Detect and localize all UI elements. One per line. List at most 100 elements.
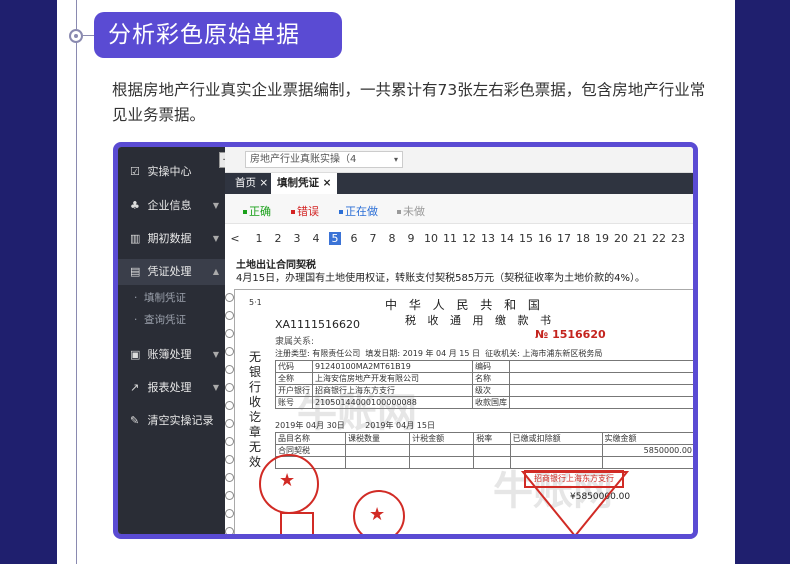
legend-not-done: 未做: [397, 203, 425, 219]
page-number[interactable]: 15: [519, 232, 533, 245]
seal-star-icon: ★: [279, 470, 296, 491]
section-description: 根据房地产行业真实企业票据编制，一共累计有73张左右彩色票据，包含房地产行业常见…: [112, 81, 706, 124]
receipt-title: 中 华 人 民 共 和 国: [385, 298, 544, 312]
affiliation: 隶属关系:: [275, 337, 315, 347]
main-area: 房地产行业真账实操（4 ▾ 首页 × 填制凭证 × 正确 错误 正在做 未做 <…: [225, 147, 693, 534]
people-icon: ♣: [130, 199, 140, 212]
legend-error: 错误: [291, 203, 319, 219]
page-number[interactable]: 3: [291, 232, 303, 245]
seal-star-icon: ★: [369, 504, 386, 525]
document-icon: ▤: [130, 265, 141, 278]
sidebar-item-voucher-processing[interactable]: ▤ 凭证处理 ▲: [118, 259, 225, 285]
topbar: 房地产行业真账实操（4 ▾: [225, 147, 693, 173]
receipt-code: XA1111516620: [275, 318, 361, 331]
page-number[interactable]: 21: [633, 232, 647, 245]
page-number[interactable]: 6: [348, 232, 360, 245]
app-screenshot: ☑ 实操中心 ♣ 企业信息 ▼ ▥ 期初数据 ▼ ▤ 凭证处理 ▲ · 填制凭证…: [113, 142, 698, 539]
tractor-hole: [225, 347, 234, 356]
sidebar-subitem-fill-voucher[interactable]: · 填制凭证: [118, 287, 225, 309]
page-number[interactable]: 17: [557, 232, 571, 245]
page-number[interactable]: 2: [272, 232, 284, 245]
page-mark: 5·1: [249, 298, 262, 307]
tractor-hole: [225, 509, 234, 518]
sidebar-item-label: 实操中心: [147, 165, 192, 178]
registration-type: 注册类型: 有限责任公司 填发日期: 2019 年 04 月 15 日 征收机关…: [275, 349, 603, 358]
checkbox-icon: ☑: [130, 165, 140, 178]
status-legend: 正确 错误 正在做 未做: [225, 194, 693, 224]
page-number[interactable]: 7: [367, 232, 379, 245]
bar-chart-icon: ▥: [130, 232, 141, 245]
page-number[interactable]: 22: [652, 232, 666, 245]
sidebar-item-label: 报表处理: [147, 381, 192, 394]
brush-icon: ✎: [130, 414, 140, 427]
task-title: 土地出让合同契税: [236, 260, 316, 271]
sidebar-item-reports[interactable]: ↗ 报表处理 ▼: [118, 375, 225, 401]
page-number[interactable]: 10: [424, 232, 438, 245]
sidebar-item-opening-data[interactable]: ▥ 期初数据 ▼: [118, 226, 225, 252]
ledger-icon: ▣: [130, 348, 141, 361]
close-icon[interactable]: ×: [323, 177, 332, 189]
prev-page-icon[interactable]: <: [228, 232, 242, 245]
caret-down-icon: ▾: [393, 155, 398, 164]
tab-bar: 首页 × 填制凭证 ×: [225, 173, 693, 194]
sidebar: ☑ 实操中心 ♣ 企业信息 ▼ ▥ 期初数据 ▼ ▤ 凭证处理 ▲ · 填制凭证…: [118, 147, 225, 534]
sidebar-item-company-info[interactable]: ♣ 企业信息 ▼: [118, 193, 225, 219]
close-icon[interactable]: ×: [259, 177, 268, 189]
chevron-down-icon: ▼: [212, 383, 219, 392]
page-number[interactable]: 12: [462, 232, 476, 245]
chevron-down-icon: ▼: [212, 234, 219, 243]
chevron-down-icon: ▼: [212, 350, 219, 359]
timeline-dot: [69, 29, 83, 43]
sidebar-item-label: 账簿处理: [147, 348, 192, 361]
tax-payment-receipt: 牛账网 牛账网 5·1 中 华 人 民 共 和 国 税 收 通 用 缴 款 书 …: [234, 289, 693, 534]
section-title: 分析彩色原始单据: [94, 12, 342, 58]
tax-items-table: 品目名称 课税数量 计税金额 税率 已缴或扣除额 实缴金额 合同契税 5850000.00: [275, 432, 693, 469]
page-number[interactable]: 9: [405, 232, 417, 245]
tab-home[interactable]: 首页 ×: [229, 173, 274, 194]
sidebar-item-label: 期初数据: [147, 232, 192, 245]
page-number[interactable]: 20: [614, 232, 628, 245]
timeline-line: [76, 0, 77, 564]
company-select[interactable]: 房地产行业真账实操（4 ▾: [245, 151, 403, 168]
tractor-hole: [225, 437, 234, 446]
tractor-hole: [225, 311, 234, 320]
task-prompt: 土地出让合同契税 4月15日，办理国有土地使用权证，转账支付契税585万元（契税…: [236, 259, 685, 285]
sidebar-item-ledger[interactable]: ▣ 账簿处理 ▼: [118, 342, 225, 368]
receipt-subtitle: 税 收 通 用 缴 款 书: [405, 314, 555, 327]
page-number[interactable]: 18: [576, 232, 590, 245]
sidebar-item-label: 凭证处理: [147, 265, 192, 278]
sidebar-item-clear-records[interactable]: ✎ 清空实操记录: [118, 408, 225, 434]
tractor-hole: [225, 419, 234, 428]
page-number[interactable]: 8: [386, 232, 398, 245]
tab-fill-voucher[interactable]: 填制凭证 ×: [271, 173, 338, 194]
tractor-hole: [225, 491, 234, 500]
chevron-up-icon: ▲: [212, 267, 219, 276]
page-number[interactable]: 23: [671, 232, 685, 245]
tractor-hole: [225, 329, 234, 338]
page-number[interactable]: 11: [443, 232, 457, 245]
receipt-number: № 1516620: [535, 328, 606, 341]
tractor-hole: [225, 473, 234, 482]
sidebar-item-practice-center[interactable]: ☑ 实操中心: [118, 159, 225, 185]
tractor-hole: [225, 527, 234, 534]
tractor-hole: [225, 365, 234, 374]
page-number[interactable]: 19: [595, 232, 609, 245]
page-number[interactable]: 16: [538, 232, 552, 245]
sidebar-item-label: 企业信息: [147, 199, 192, 212]
payer-table: 代码 91240100MA2MT61B19 编码 全称 上海安信房地产开发有限公司 名称…: [275, 360, 693, 409]
page-number[interactable]: 1: [253, 232, 265, 245]
voucher-pager: < 1 2 3 4 5 6 7 8 9 10 11 12 13 14 15 16 17 18 19 20 21 22 23: [225, 229, 693, 251]
page-number[interactable]: 14: [500, 232, 514, 245]
bank-note: 无银行收讫章无效: [249, 350, 262, 469]
page-number[interactable]: 13: [481, 232, 495, 245]
sidebar-item-label: 清空实操记录: [147, 414, 214, 427]
tractor-hole: [225, 293, 234, 302]
line-chart-icon: ↗: [130, 381, 140, 394]
page-number[interactable]: 5: [329, 232, 341, 245]
page-number[interactable]: 4: [310, 232, 322, 245]
tractor-hole: [225, 401, 234, 410]
legend-correct: 正确: [243, 203, 271, 219]
tax-period: 2019年 04月 30日 2019年 04月 15日: [275, 421, 435, 430]
sidebar-subitem-query-voucher[interactable]: · 查询凭证: [118, 309, 225, 331]
chevron-down-icon: ▼: [212, 201, 219, 210]
